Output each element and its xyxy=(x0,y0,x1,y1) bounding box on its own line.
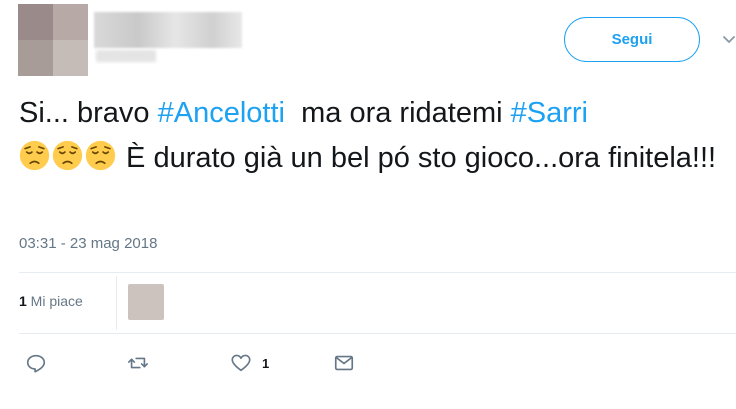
likes-separator xyxy=(116,276,117,330)
author-avatar[interactable] xyxy=(18,4,88,76)
tweet-text-part1: Si... bravo xyxy=(19,97,158,129)
divider xyxy=(19,272,736,273)
likes-count[interactable]: 1 Mi piace xyxy=(19,293,83,309)
heart-icon xyxy=(231,354,251,372)
pensive-face-emoji xyxy=(19,140,50,171)
divider xyxy=(19,333,736,334)
tweet-timestamp[interactable]: 03:31 - 23 mag 2018 xyxy=(19,235,157,252)
hashtag-ancelotti[interactable]: #Ancelotti xyxy=(158,97,285,129)
pensive-face-emoji xyxy=(85,140,116,171)
pensive-face-emoji xyxy=(52,140,83,171)
reply-button[interactable] xyxy=(25,352,47,374)
reply-icon xyxy=(26,354,46,373)
tweet-text: Si... bravo #Ancelotti ma ora ridatemi #… xyxy=(19,91,729,181)
direct-message-button[interactable] xyxy=(333,352,355,374)
retweet-icon xyxy=(128,357,148,369)
author-name-redacted[interactable] xyxy=(94,12,242,48)
tweet-card: Segui Si... bravo #Ancelotti ma ora rida… xyxy=(0,0,736,409)
like-count: 1 xyxy=(262,355,270,371)
author-handle-redacted[interactable] xyxy=(96,50,156,62)
follow-button-label: Segui xyxy=(611,31,653,48)
retweet-button[interactable] xyxy=(127,352,149,374)
envelope-icon xyxy=(334,355,354,371)
tweet-text-part3: È durato già un bel pó sto gioco...ora f… xyxy=(118,142,717,174)
liker-avatar[interactable] xyxy=(128,284,164,320)
likes-label: Mi piace xyxy=(26,293,83,309)
like-button[interactable]: 1 xyxy=(230,352,269,374)
tweet-text-part2: ma ora ridatemi xyxy=(284,97,511,129)
likes-number: 1 xyxy=(19,293,27,309)
chevron-down-icon[interactable] xyxy=(722,33,736,47)
follow-button[interactable]: Segui xyxy=(564,17,700,62)
hashtag-sarri[interactable]: #Sarri xyxy=(511,97,588,129)
